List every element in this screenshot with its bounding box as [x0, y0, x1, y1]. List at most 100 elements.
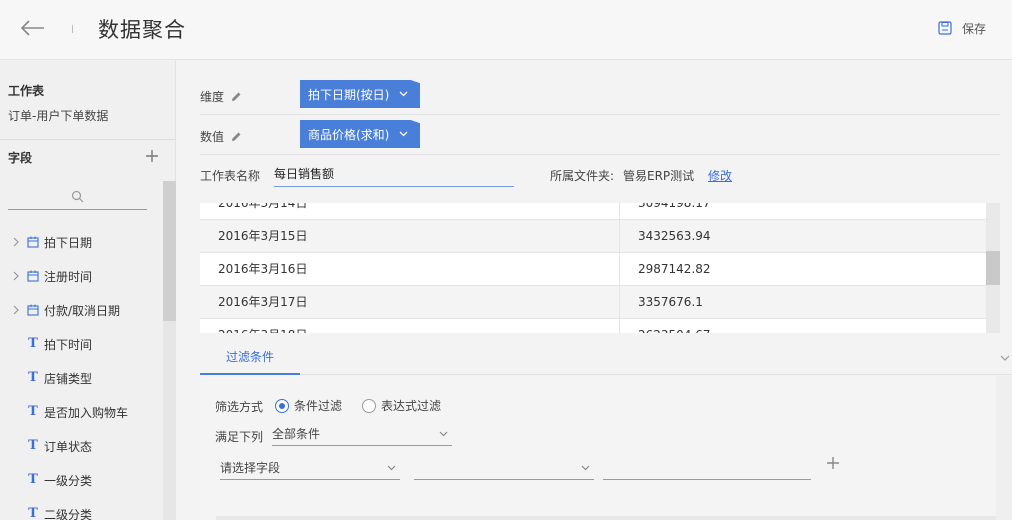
calendar-icon — [26, 303, 40, 317]
pencil-icon[interactable] — [230, 91, 242, 103]
table-cell-date: 2016年3月16日 — [200, 253, 620, 286]
table-cell-date: 2016年3月17日 — [200, 286, 620, 319]
save-icon — [938, 21, 952, 35]
add-field-button[interactable] — [144, 148, 160, 164]
row-divider — [200, 154, 1000, 155]
table-row: 2016年3月18日 2623504.67 — [200, 319, 986, 333]
table-cell-date: 2016年3月18日 — [200, 319, 620, 333]
field-item-zhu-ce-shi-jian[interactable]: 注册时间 — [0, 259, 160, 293]
field-item-gou-wu-che[interactable]: T 是否加入购物车 — [0, 395, 160, 429]
save-label: 保存 — [961, 21, 986, 36]
table-cell-date: 2016年3月15日 — [200, 220, 620, 253]
table-cell-value: 3432563.94 — [638, 229, 711, 243]
result-table: 2016年3月14日 3094198.17 2016年3月15日 3432563… — [200, 203, 1000, 333]
filter-scrollbar[interactable] — [996, 376, 1012, 520]
text-type-icon: T — [28, 506, 38, 520]
field-label: 店铺类型 — [44, 372, 93, 386]
text-type-icon: T — [28, 336, 38, 351]
field-item-er-ji-fen-lei[interactable]: T 二级分类 — [0, 497, 160, 520]
field-label: 拍下日期 — [44, 236, 93, 250]
header-separator — [72, 25, 73, 33]
text-type-icon: T — [28, 438, 38, 453]
chevron-right-icon[interactable] — [12, 236, 20, 248]
filter-method-label: 筛选方式 — [215, 400, 264, 414]
radio-dot[interactable] — [362, 398, 376, 413]
field-item-yi-ji-fen-lei[interactable]: T 一级分类 — [0, 463, 160, 497]
sidebar-scrollbar-thumb[interactable] — [163, 181, 176, 321]
table-cell-date: 2016年3月14日 — [200, 203, 620, 220]
field-search-input[interactable] — [8, 184, 147, 210]
field-item-dian-pu-lei-xing[interactable]: T 店铺类型 — [0, 361, 160, 395]
back-button[interactable] — [18, 16, 48, 40]
dimension-label: 维度 — [200, 90, 225, 104]
radio-dot[interactable] — [275, 398, 289, 413]
row-divider — [200, 114, 1000, 115]
chevron-down-icon — [399, 131, 408, 137]
satisfy-select-value: 全部条件 — [272, 427, 321, 441]
value-tag-label: 商品价格(求和) — [308, 127, 390, 142]
text-type-icon: T — [28, 404, 38, 419]
field-item-ding-dan-zhuang-tai[interactable]: T 订单状态 — [0, 429, 160, 463]
worksheet-name: 订单-用户下单数据 — [8, 109, 109, 123]
condition-value-input[interactable] — [603, 456, 811, 480]
field-label: 订单状态 — [44, 440, 93, 454]
field-select[interactable]: 请选择字段 — [220, 456, 400, 480]
table-scrollbar-thumb[interactable] — [986, 251, 1000, 285]
radio-label: 条件过滤 — [294, 399, 343, 413]
fields-title: 字段 — [8, 151, 33, 165]
sidebar-divider — [0, 139, 176, 140]
radio-expression-filter[interactable]: 表达式过滤 — [362, 397, 441, 414]
sheet-name-input[interactable] — [274, 161, 514, 187]
value-tag[interactable]: 商品价格(求和) — [300, 120, 421, 148]
filter-bottom-bar — [216, 516, 996, 520]
field-item-pai-xia-shi-jian[interactable]: T 拍下时间 — [0, 327, 160, 361]
chevron-down-icon — [387, 465, 396, 470]
table-row: 2016年3月17日 3357676.1 — [200, 286, 986, 319]
dimension-label-group: 维度 — [200, 88, 242, 105]
chevron-right-icon[interactable] — [12, 270, 20, 282]
text-type-icon: T — [28, 472, 38, 487]
text-type-icon: T — [28, 370, 38, 385]
page-title: 数据聚合 — [98, 18, 186, 42]
table-cell-value: 3357676.1 — [638, 295, 703, 309]
filter-tabs: 过滤条件 — [200, 343, 1012, 375]
calendar-icon — [26, 235, 40, 249]
dimension-tag[interactable]: 拍下日期(按日) — [300, 80, 421, 108]
field-list: 拍下日期 注册时间 付款/取消日期 T 拍下时间 T 店铺类型 T 是否加入购物… — [0, 225, 160, 520]
satisfy-select[interactable]: 全部条件 — [272, 422, 452, 446]
sidebar: 工作表 订单-用户下单数据 字段 拍下日期 注册时间 付款/取消日期 T 拍下时… — [0, 60, 176, 520]
chevron-down-icon — [399, 91, 408, 97]
field-select-placeholder: 请选择字段 — [220, 461, 281, 475]
search-icon — [71, 190, 84, 203]
table-row: 2016年3月16日 2987142.82 — [200, 253, 986, 286]
pencil-icon[interactable] — [230, 131, 242, 143]
sheet-name-label: 工作表名称 — [200, 169, 261, 183]
field-label: 一级分类 — [44, 474, 93, 488]
value-label-group: 数值 — [200, 128, 242, 145]
field-label: 付款/取消日期 — [44, 304, 121, 318]
radio-label: 表达式过滤 — [381, 399, 442, 413]
save-button[interactable]: 保存 — [938, 18, 986, 38]
filter-body: 筛选方式 条件过滤 表达式过滤 满足下列 全部条件 请选择字段 — [200, 376, 996, 520]
field-item-fu-kuan-ri-qi[interactable]: 付款/取消日期 — [0, 293, 160, 327]
table-cell-value: 2623504.67 — [620, 319, 986, 333]
field-item-pai-xia-ri-qi[interactable]: 拍下日期 — [0, 225, 160, 259]
radio-condition-filter[interactable]: 条件过滤 — [275, 397, 342, 414]
field-label: 拍下时间 — [44, 338, 93, 352]
arrow-left-icon — [20, 20, 44, 36]
chevron-down-icon — [581, 465, 590, 470]
table-row: 2016年3月14日 3094198.17 — [200, 203, 986, 220]
folder-label: 所属文件夹: — [550, 169, 615, 183]
chevron-down-icon — [439, 431, 448, 436]
chevron-down-icon[interactable] — [1000, 353, 1010, 363]
operator-select[interactable] — [414, 456, 594, 480]
table-row: 2016年3月15日 3432563.94 — [200, 220, 986, 253]
chevron-right-icon[interactable] — [12, 304, 20, 316]
plus-icon[interactable] — [826, 456, 840, 470]
table-cell-value: 2987142.82 — [638, 262, 711, 276]
tab-filter-conditions[interactable]: 过滤条件 — [200, 343, 300, 375]
folder-edit-link[interactable]: 修改 — [708, 167, 732, 184]
dimension-tag-label: 拍下日期(按日) — [308, 87, 390, 102]
field-label: 是否加入购物车 — [44, 406, 129, 420]
top-header: 数据聚合 保存 — [0, 0, 1012, 60]
